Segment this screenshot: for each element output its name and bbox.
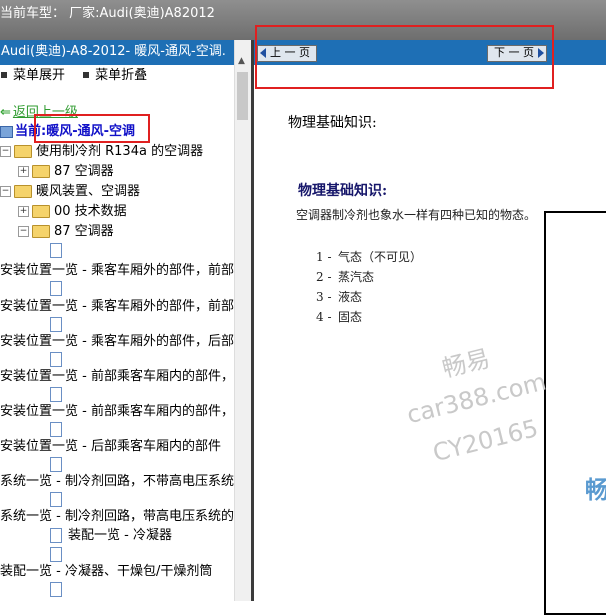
tree-leaf[interactable]: 装配一览 - 冷凝器、干燥包/干燥剂筒	[0, 562, 212, 582]
tree-leaf[interactable]: 安装位置一览 - 乘客车厢外的部件，前部	[0, 297, 234, 317]
list-number: 2 -	[316, 270, 332, 284]
folder-icon	[14, 145, 32, 158]
tree-leaf[interactable]: 安装位置一览 - 后部乘客车厢内的部件	[0, 437, 221, 457]
tree-node[interactable]: +00 技术数据	[18, 202, 127, 222]
menu-toggle-row: 菜单展开 菜单折叠	[0, 65, 234, 87]
figure-frame	[544, 211, 606, 615]
vehicle-title: 当前车型： 厂家:Audi(奥迪)A82012	[0, 6, 215, 21]
tree-leaf-label[interactable]: 安装位置一览 - 乘客车厢外的部件，前部	[0, 263, 234, 278]
doc-node[interactable]	[50, 580, 62, 600]
figure-partial-text: 畅	[585, 476, 606, 504]
doc-node[interactable]	[50, 241, 62, 261]
tree-node-label[interactable]: 00 技术数据	[54, 204, 127, 219]
page-heading: 物理基础知识:	[288, 115, 377, 131]
folder-icon	[32, 165, 50, 178]
tree-node[interactable]: − 使用制冷剂 R134a 的空调器	[0, 142, 203, 162]
list-text: 液态	[338, 290, 363, 304]
state-list: 1 - 气态（不可见） 2 - 蒸汽态 3 - 液态 4 - 固态	[316, 247, 422, 327]
tree-node[interactable]: − 暖风装置、空调器	[0, 182, 140, 202]
document-icon	[50, 528, 62, 543]
collapse-icon[interactable]: −	[18, 226, 29, 237]
tree-leaf-label[interactable]: 装配一览 - 冷凝器	[68, 528, 172, 543]
document-icon	[50, 317, 62, 332]
folder-icon	[14, 185, 32, 198]
document-icon	[50, 281, 62, 296]
back-arrow-icon: ⇐	[0, 105, 11, 120]
list-item: 2 - 蒸汽态	[316, 267, 422, 287]
tree-node-label[interactable]: 使用制冷剂 R134a 的空调器	[36, 144, 203, 159]
menu-expand-link[interactable]: 菜单展开	[13, 68, 65, 83]
list-item: 1 - 气态（不可见）	[316, 247, 422, 267]
document-icon	[50, 492, 62, 507]
tree-leaf[interactable]: 安装位置一览 - 前部乘客车厢内的部件，	[0, 402, 234, 422]
left-panel-header: Audi(奥迪)-A8-2012- 暖风-通风-空调.	[0, 40, 234, 65]
collapse-icon[interactable]: −	[0, 186, 11, 197]
list-text: 固态	[338, 310, 363, 324]
tree-leaf-label[interactable]: 系统一览 - 制冷剂回路，带高电压系统的	[0, 509, 234, 524]
tree-leaf-label[interactable]: 装配一览 - 冷凝器、干燥包/干燥剂筒	[0, 564, 212, 579]
doc-node[interactable]: 装配一览 - 冷凝器	[50, 526, 172, 546]
document-icon	[50, 243, 62, 258]
doc-node[interactable]	[50, 279, 62, 299]
tree-node-label[interactable]: 87 空调器	[54, 224, 114, 239]
tree-leaf-label[interactable]: 安装位置一览 - 后部乘客车厢内的部件	[0, 439, 221, 454]
list-text: 蒸汽态	[338, 270, 375, 284]
square-bullet-icon	[1, 72, 7, 78]
tree-leaf-label[interactable]: 系统一览 - 制冷剂回路，不带高电压系统	[0, 474, 234, 489]
document-icon	[50, 387, 62, 402]
folder-icon	[32, 225, 50, 238]
list-item: 4 - 固态	[316, 307, 422, 327]
tree-leaf[interactable]: 安装位置一览 - 乘客车厢外的部件，前部	[0, 261, 234, 281]
menu-collapse-link[interactable]: 菜单折叠	[95, 68, 147, 83]
expand-icon[interactable]: +	[18, 166, 29, 177]
document-icon	[50, 422, 62, 437]
tree-node-label[interactable]: 暖风装置、空调器	[36, 184, 140, 199]
computer-icon	[0, 125, 13, 138]
tree-leaf-label[interactable]: 安装位置一览 - 前部乘客车厢内的部件，	[0, 404, 234, 419]
tree-node-label[interactable]: 87 空调器	[54, 164, 114, 179]
tree-leaf[interactable]: 系统一览 - 制冷剂回路，不带高电压系统	[0, 472, 234, 492]
left-scrollbar[interactable]: ▲	[234, 40, 251, 601]
list-number: 4 -	[316, 310, 332, 324]
document-icon	[50, 352, 62, 367]
document-icon	[50, 582, 62, 597]
scroll-up-icon[interactable]: ▲	[238, 56, 245, 66]
list-text: 气态（不可见）	[338, 250, 423, 264]
highlight-box-nav	[255, 25, 554, 89]
collapse-icon[interactable]: −	[0, 146, 11, 157]
list-number: 3 -	[316, 290, 332, 304]
tree-leaf-label[interactable]: 安装位置一览 - 乘客车厢外的部件，前部	[0, 299, 234, 314]
expand-icon[interactable]: +	[18, 206, 29, 217]
tree-node[interactable]: +87 空调器	[18, 162, 114, 182]
folder-icon	[32, 205, 50, 218]
highlight-box-current	[34, 114, 150, 143]
intro-paragraph: 空调器制冷剂也象水一样有四种已知的物态。	[296, 208, 537, 222]
tree-leaf-label[interactable]: 安装位置一览 - 前部乘客车厢内的部件，	[0, 369, 234, 384]
document-icon	[50, 457, 62, 472]
scroll-thumb[interactable]	[237, 72, 248, 120]
section-heading: 物理基础知识:	[298, 183, 388, 199]
list-item: 3 - 液态	[316, 287, 422, 307]
tree-node[interactable]: − 87 空调器	[18, 222, 114, 242]
tree-leaf[interactable]: 系统一览 - 制冷剂回路，带高电压系统的	[0, 507, 234, 527]
square-bullet-icon	[83, 72, 90, 78]
list-number: 1 -	[316, 250, 332, 264]
tree-leaf-label[interactable]: 安装位置一览 - 乘客车厢外的部件，后部	[0, 334, 234, 349]
tree-leaf[interactable]: 安装位置一览 - 前部乘客车厢内的部件，	[0, 367, 234, 387]
document-icon	[50, 547, 62, 562]
tree-leaf[interactable]: 安装位置一览 - 乘客车厢外的部件，后部	[0, 332, 234, 352]
